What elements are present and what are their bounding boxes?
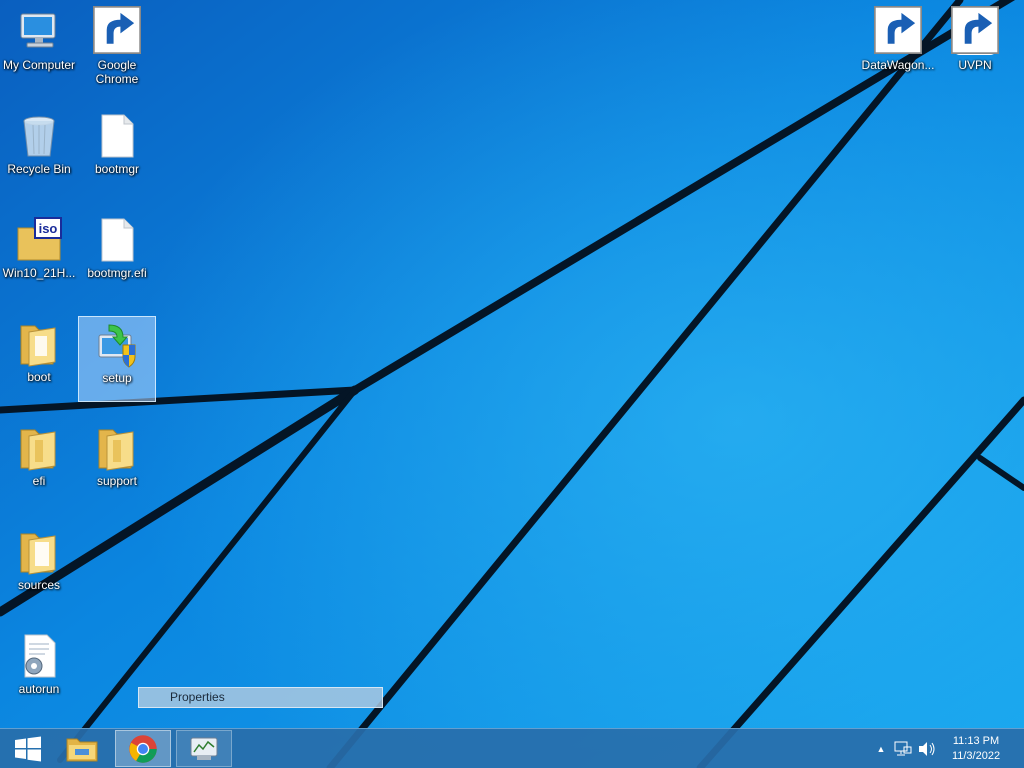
recycle-bin-icon	[23, 116, 55, 157]
chrome-icon	[129, 734, 157, 763]
clock-time: 11:13 PM	[952, 735, 1000, 747]
file-explorer-icon	[66, 738, 98, 761]
desktop-icon-bootmgr-efi[interactable]: bootmgr.efi	[78, 212, 156, 298]
show-hidden-icons-chevron-icon[interactable]: ▲	[873, 744, 889, 754]
desktop-icon-support-folder[interactable]: support	[78, 420, 156, 506]
shortcut-arrow-icon	[874, 6, 922, 54]
desktop-icon-label: sources	[17, 578, 61, 592]
desktop-icon-label: autorun	[18, 682, 60, 696]
desktop-icon-win10-iso[interactable]: iso Win10_21H...	[0, 212, 78, 298]
desktop-icon-label: Win10_21H...	[2, 266, 76, 280]
file-icon	[101, 218, 134, 262]
context-menu: Properties	[138, 687, 383, 708]
clock-date: 11/3/2022	[951, 750, 1001, 762]
desktop-icon-label: setup	[102, 371, 132, 385]
desktop-icon-label: My Computer	[2, 58, 76, 72]
taskbar-chrome[interactable]	[115, 730, 171, 767]
desktop-icon-label: bootmgr	[94, 162, 140, 176]
system-tray: ▲	[873, 729, 937, 768]
desktop-icon-label: UVPN	[958, 58, 992, 72]
taskbar-performance-monitor[interactable]	[176, 730, 232, 767]
file-icon	[101, 114, 134, 158]
desktop-icon-label: DataWagon...	[861, 58, 935, 72]
desktop-icon-label: efi	[32, 474, 46, 488]
context-menu-item-properties[interactable]: Properties	[139, 688, 382, 707]
taskbar: ▲ 11:13 PM 11/3/2022	[0, 728, 1024, 768]
iso-file-icon: iso	[17, 217, 62, 261]
start-button[interactable]	[0, 730, 56, 767]
taskbar-clock[interactable]: 11:13 PM 11/3/2022	[946, 734, 1006, 764]
folder-icon	[98, 429, 134, 471]
desktop-icon-sources-folder[interactable]: sources	[0, 524, 78, 610]
desktop-icon-autorun[interactable]: autorun	[0, 628, 78, 714]
desktop-icon-boot-folder[interactable]: boot	[0, 316, 78, 402]
desktop-icon-my-computer[interactable]: My Computer	[0, 4, 78, 90]
desktop-icon-google-chrome[interactable]: Google Chrome	[78, 4, 156, 90]
performance-monitor-icon	[190, 737, 218, 760]
svg-text:iso: iso	[39, 221, 58, 236]
desktop-icon-label: bootmgr.efi	[87, 266, 147, 280]
desktop-icon-label: Google Chrome	[95, 58, 139, 86]
shortcut-arrow-icon	[951, 6, 999, 54]
desktop-icon-label: Recycle Bin	[7, 162, 71, 176]
folder-icon	[20, 429, 56, 471]
computer-icon	[20, 13, 56, 48]
settings-file-icon	[24, 634, 56, 678]
desktop-icon-datawagon[interactable]: DataWagon...	[859, 4, 937, 90]
network-icon[interactable]	[893, 740, 913, 758]
desktop-icon-setup[interactable]: setup	[78, 316, 156, 402]
folder-icon	[20, 325, 56, 367]
desktop[interactable]: My Computer Google Chrome Recycle Bin bo…	[0, 0, 1024, 768]
desktop-icon-recycle-bin[interactable]: Recycle Bin	[0, 108, 78, 194]
desktop-icon-bootmgr[interactable]: bootmgr	[78, 108, 156, 194]
desktop-icon-uvpn[interactable]: UVPN	[936, 4, 1014, 90]
desktop-icon-efi-folder[interactable]: efi	[0, 420, 78, 506]
folder-icon	[20, 533, 56, 575]
desktop-icon-label: boot	[27, 370, 51, 384]
volume-icon[interactable]	[917, 740, 937, 758]
setup-installer-icon	[98, 324, 136, 368]
shortcut-arrow-icon	[93, 6, 141, 54]
desktop-icon-label: support	[96, 474, 138, 488]
windows-start-icon	[15, 736, 41, 761]
taskbar-file-explorer[interactable]	[54, 730, 110, 767]
